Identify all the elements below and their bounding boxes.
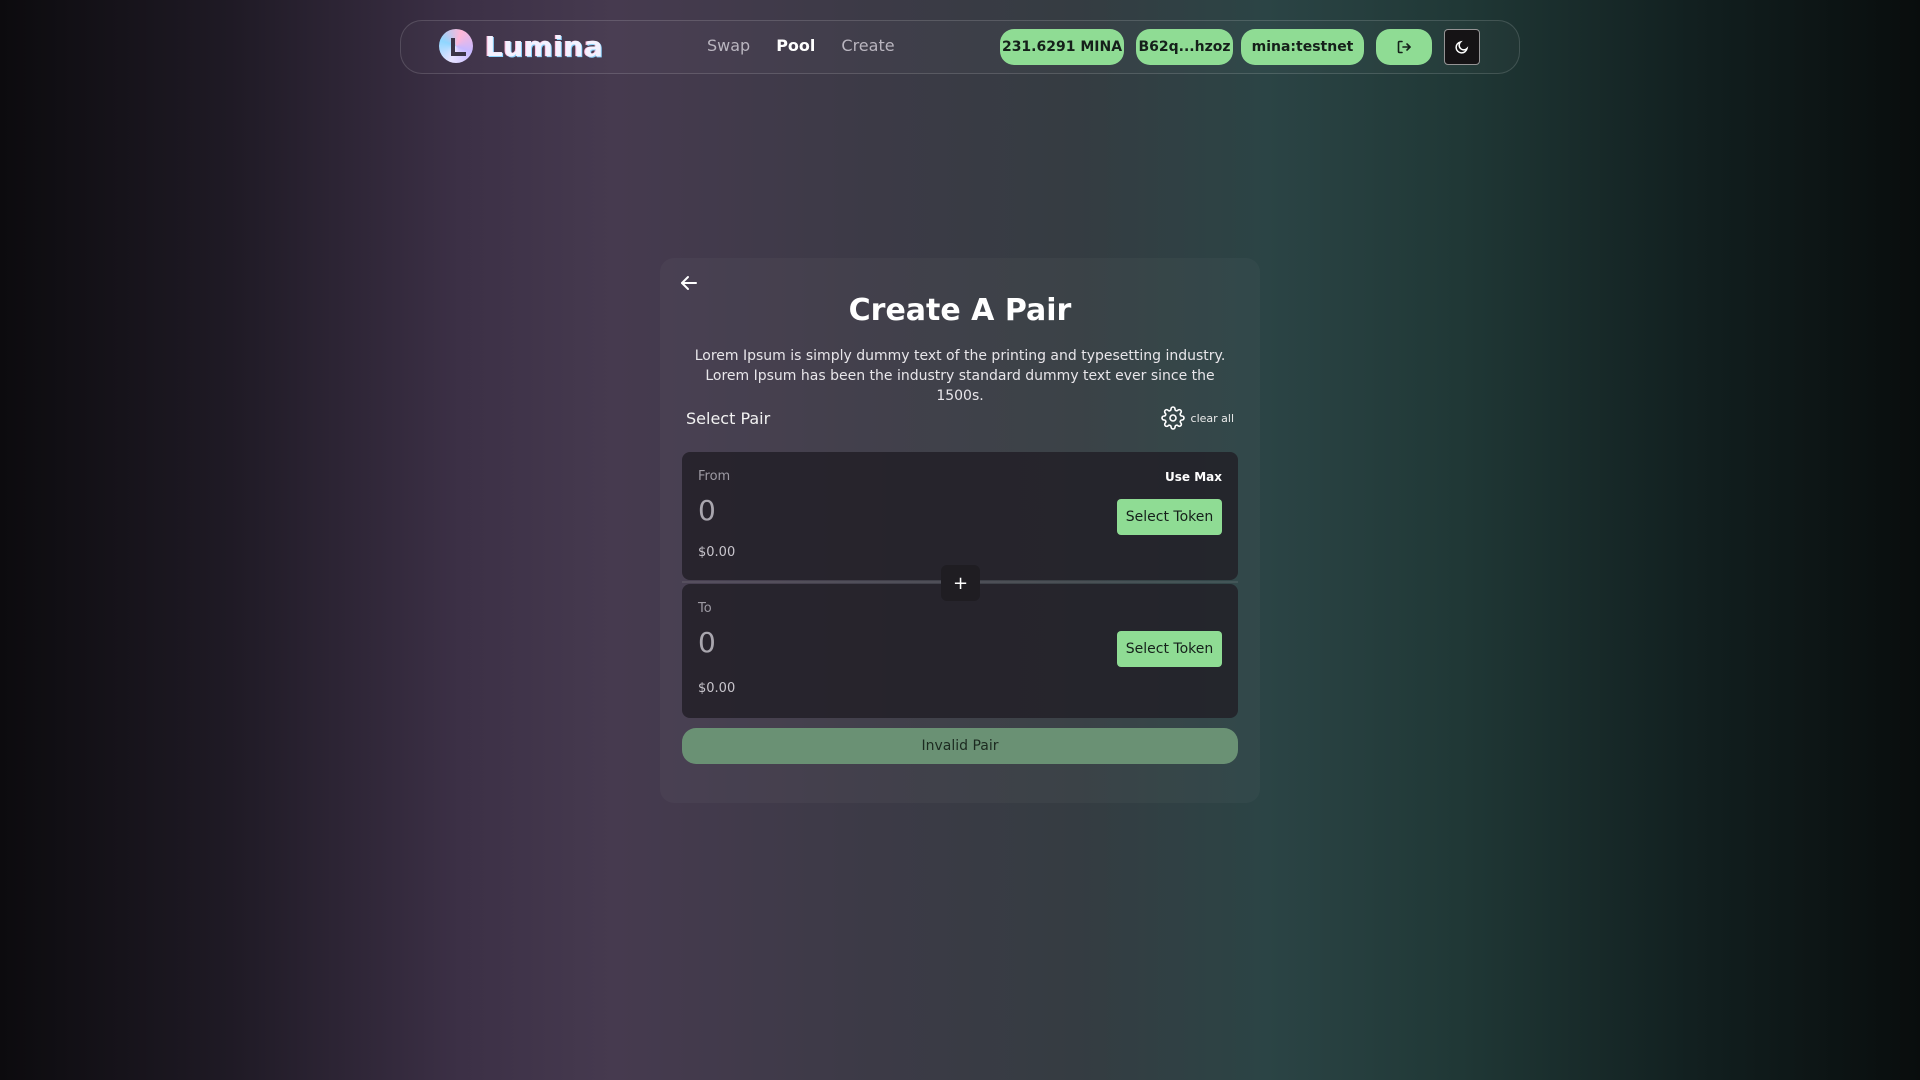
plus-button[interactable]: + — [941, 565, 980, 601]
page-title: Create A Pair — [848, 293, 1072, 328]
select-pair-label: Select Pair — [686, 409, 771, 428]
balance-badge[interactable]: 231.6291 MINA — [1000, 29, 1124, 65]
gear-icon — [1160, 406, 1185, 430]
from-usd-value: $0.00 — [698, 545, 736, 560]
plus-icon: + — [952, 572, 969, 594]
nav-swap[interactable]: Swap — [707, 36, 750, 55]
to-label: To — [698, 601, 712, 616]
nav-pool[interactable]: Pool — [776, 36, 815, 55]
clear-all-button[interactable]: clear all — [1160, 406, 1234, 430]
logo[interactable]: Lumina — [439, 29, 603, 63]
wallet-address-button[interactable]: B62q...hzoz — [1136, 29, 1233, 65]
lumina-logo-icon — [439, 29, 473, 63]
nav-links: Swap Pool Create — [707, 36, 895, 55]
to-usd-value: $0.00 — [698, 681, 736, 696]
create-pair-card: Create A Pair Lorem Ipsum is simply dumm… — [660, 258, 1260, 803]
navbar: Lumina Swap Pool Create 231.6291 MINA B6… — [400, 20, 1520, 74]
network-button[interactable]: mina:testnet — [1241, 29, 1364, 65]
logout-button[interactable] — [1376, 29, 1432, 65]
from-label: From — [698, 469, 731, 484]
page-description: Lorem Ipsum is simply dummy text of the … — [694, 348, 1226, 404]
clear-all-label: clear all — [1190, 411, 1234, 425]
nav-create[interactable]: Create — [841, 36, 894, 55]
from-select-token-button[interactable]: Select Token — [1117, 499, 1222, 535]
use-max-button[interactable]: Use Max — [1165, 470, 1222, 484]
logout-icon — [1397, 40, 1411, 54]
logo-text: Lumina — [485, 29, 604, 63]
from-token-panel: From 0 $0.00 Use Max Select Token — [682, 452, 1238, 580]
theme-toggle-button[interactable] — [1444, 29, 1480, 65]
submit-button[interactable]: Invalid Pair — [682, 728, 1238, 764]
from-amount-input[interactable]: 0 — [698, 494, 998, 527]
to-token-panel: To 0 $0.00 Select Token — [682, 584, 1238, 718]
to-amount-input[interactable]: 0 — [698, 626, 998, 659]
moon-icon — [1455, 40, 1469, 54]
to-select-token-button[interactable]: Select Token — [1117, 631, 1222, 667]
